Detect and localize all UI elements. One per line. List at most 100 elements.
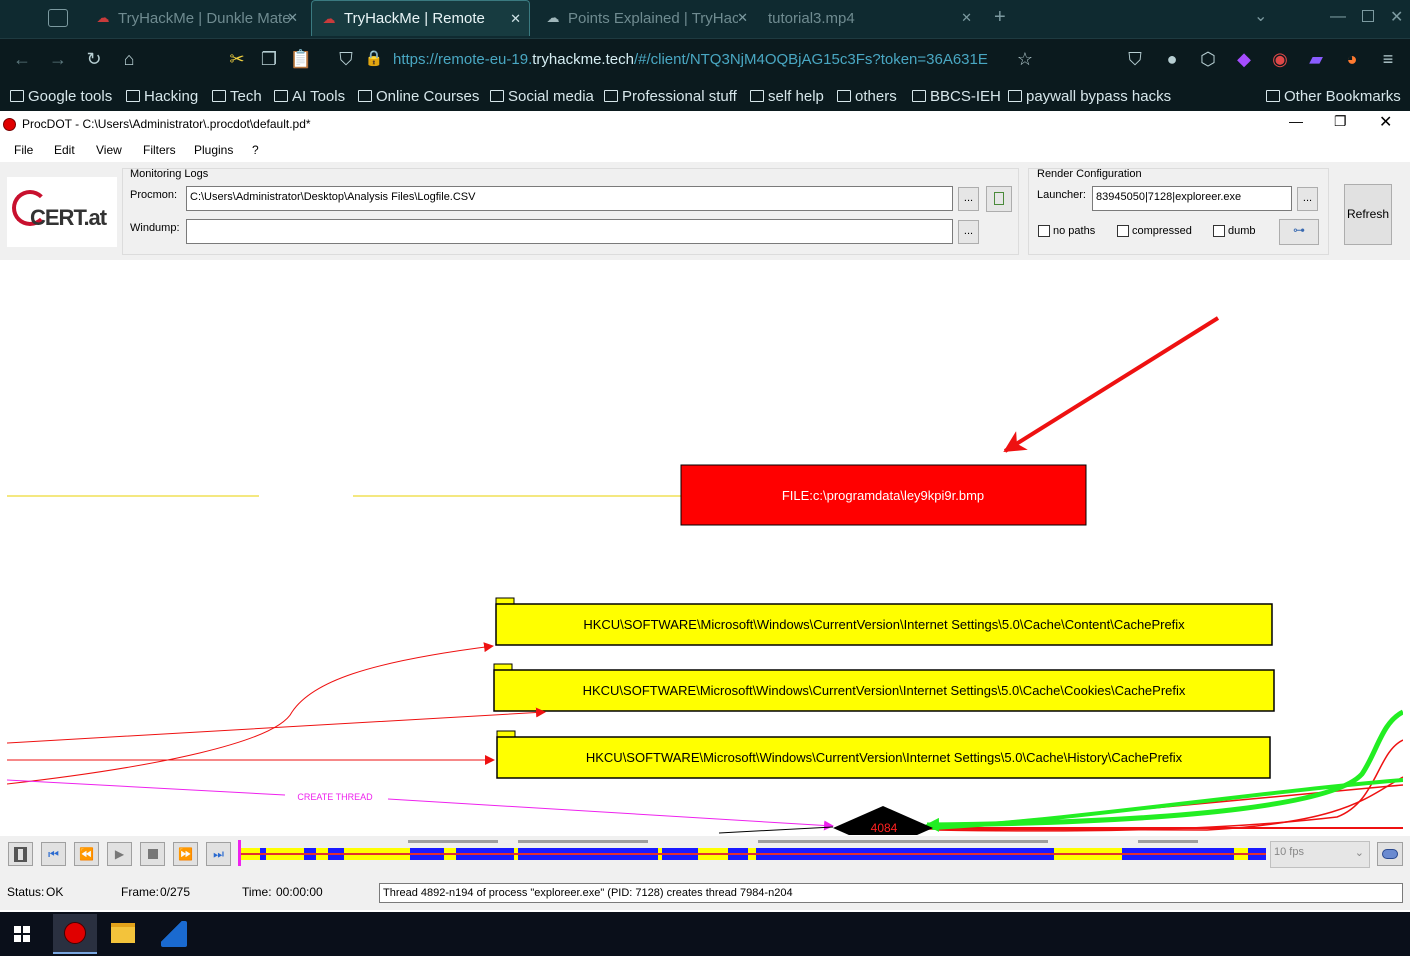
bookmark-folder[interactable]: BBCS-IEH	[912, 88, 1001, 105]
app-minimize-button[interactable]: —	[1289, 113, 1303, 129]
tab-remote[interactable]: ☁ TryHackMe | Remote ✕	[311, 0, 530, 36]
launcher-input[interactable]: 83945050|7128|exploreer.exe	[1092, 186, 1292, 211]
avatar-icon[interactable]: ●	[1160, 49, 1184, 70]
tab-tutorial[interactable]: tutorial3.mp4 ✕	[760, 0, 980, 36]
close-icon[interactable]: ✕	[961, 10, 972, 26]
stop-icon	[147, 849, 158, 859]
timeline[interactable]	[238, 838, 1266, 866]
tab-points[interactable]: ☁ Points Explained | TryHac ✕	[536, 0, 756, 36]
play-button[interactable]: ▶	[107, 842, 132, 866]
bookmark-folder[interactable]: Online Courses	[358, 88, 479, 105]
process-graph-canvas[interactable]: FILE:c:\programdata\ley9kpi9r.bmp HKCU\S…	[7, 262, 1403, 835]
skip-start-icon: ⏮	[48, 846, 59, 861]
timeline-svg	[238, 840, 1266, 866]
launcher-label: Launcher:	[1037, 189, 1086, 201]
windows-taskbar	[0, 912, 1410, 956]
edge-black	[718, 826, 834, 834]
home-icon[interactable]: ⌂	[117, 49, 141, 70]
menu-file[interactable]: File	[14, 143, 33, 157]
bookmark-folder[interactable]: paywall bypass hacks	[1008, 88, 1171, 105]
app-restore-button[interactable]: ❐	[1334, 113, 1347, 130]
pocket-icon[interactable]: ⛉	[1123, 49, 1147, 70]
bookmark-folder[interactable]: Social media	[490, 88, 594, 105]
bookmark-folder[interactable]: others	[837, 88, 897, 105]
bookmark-folder[interactable]: self help	[750, 88, 824, 105]
launcher-browse-button[interactable]: ...	[1297, 187, 1318, 211]
menu-edit[interactable]: Edit	[54, 143, 75, 157]
toggle-view-button[interactable]	[1377, 842, 1403, 866]
rewind-icon: ⏪	[79, 847, 94, 861]
status-value: OK	[46, 885, 64, 899]
cloud-icon: ☁	[546, 10, 560, 25]
forward-icon[interactable]: →	[46, 49, 70, 70]
annotation-arrow	[1003, 316, 1220, 453]
hamburger-menu-icon[interactable]: ≡	[1376, 49, 1400, 70]
tryhackme-icon: ☁	[96, 10, 110, 25]
tryhackme-icon: ☁	[322, 10, 336, 26]
compressed-checkbox[interactable]	[1117, 225, 1129, 237]
status-label: Status:	[7, 885, 45, 899]
url-bar[interactable]: https://remote-eu-19.tryhackme.tech/#/cl…	[393, 51, 1013, 68]
film-strip-button[interactable]	[8, 842, 33, 866]
clipboard-icon[interactable]: 📋	[289, 49, 313, 70]
stop-button[interactable]	[140, 842, 165, 866]
refresh-button[interactable]: Refresh	[1344, 184, 1392, 245]
reload-icon[interactable]: ↻	[82, 49, 106, 70]
firefox-icon[interactable]: ◕	[1340, 49, 1364, 70]
menu-plugins[interactable]: Plugins	[194, 143, 233, 157]
cut-icon[interactable]: ✂	[225, 49, 249, 70]
menu-help[interactable]: ?	[252, 143, 259, 157]
other-bookmarks[interactable]: Other Bookmarks	[1266, 88, 1401, 105]
document-icon	[994, 192, 1004, 205]
tab-overview-icon[interactable]	[48, 9, 68, 27]
windows-start-icon[interactable]	[14, 926, 30, 942]
skip-to-start-button[interactable]: ⏮	[41, 842, 66, 866]
shield-icon[interactable]: ⛉	[334, 49, 358, 70]
skip-to-end-button[interactable]: ⏭	[206, 842, 231, 866]
bookmark-folder[interactable]: Hacking	[126, 88, 198, 105]
extension-purple-icon[interactable]: ◆	[1232, 49, 1256, 70]
graph-options-button[interactable]: ⊶	[1279, 219, 1319, 245]
close-icon[interactable]: ✕	[287, 10, 298, 26]
menu-filters[interactable]: Filters	[143, 143, 176, 157]
back-icon[interactable]: ←	[10, 49, 34, 70]
procdot-taskbar-button[interactable]	[53, 914, 97, 954]
fps-select[interactable]: 10 fps ⌄	[1270, 841, 1370, 868]
app-close-button[interactable]: ✕	[1379, 112, 1392, 132]
config-panel: CERT.at Monitoring Logs Procmon: C:\User…	[0, 162, 1410, 260]
edge-to-content	[7, 642, 494, 785]
wireshark-icon[interactable]	[161, 921, 187, 947]
window-title: ProcDOT - C:\Users\Administrator\.procdo…	[22, 117, 311, 131]
new-tab-button[interactable]: +	[994, 6, 1006, 29]
procmon-browse-button[interactable]: ...	[958, 187, 979, 211]
dumb-checkbox[interactable]	[1213, 225, 1225, 237]
extension-red-icon[interactable]: ◉	[1268, 49, 1292, 70]
frame-value: 0/275	[160, 885, 191, 899]
bookmark-folder[interactable]: Google tools	[10, 88, 112, 105]
step-forward-button[interactable]: ⏩	[173, 842, 198, 866]
extension-badge-icon[interactable]: ▰	[1304, 49, 1328, 70]
windump-browse-button[interactable]: ...	[958, 220, 979, 244]
minimize-window-button[interactable]: —	[1330, 8, 1346, 26]
extensions-icon[interactable]: ⬡	[1196, 49, 1220, 70]
no-paths-checkbox[interactable]	[1038, 225, 1050, 237]
tab-dunkle[interactable]: ☁ TryHackMe | Dunkle Mate ✕	[86, 0, 306, 36]
bookmark-folder[interactable]: Tech	[212, 88, 262, 105]
close-icon[interactable]: ✕	[510, 11, 521, 27]
procmon-options-button[interactable]	[986, 186, 1012, 212]
dumb-label: dumb	[1228, 225, 1256, 237]
windump-input[interactable]	[186, 219, 953, 244]
copy-icon[interactable]: ❐	[257, 49, 281, 70]
procmon-input[interactable]: C:\Users\Administrator\Desktop\Analysis …	[186, 186, 953, 211]
file-explorer-icon[interactable]	[111, 923, 135, 943]
edge-create-thread-left	[7, 779, 286, 796]
maximize-window-button[interactable]	[1362, 10, 1374, 22]
tab-list-chevron-icon[interactable]: ⌄	[1254, 6, 1267, 26]
bookmark-folder[interactable]: AI Tools	[274, 88, 345, 105]
bookmark-star-icon[interactable]: ☆	[1013, 49, 1037, 70]
bookmark-folder[interactable]: Professional stuff	[604, 88, 737, 105]
menu-view[interactable]: View	[96, 143, 122, 157]
close-icon[interactable]: ✕	[737, 10, 748, 26]
step-back-button[interactable]: ⏪	[74, 842, 99, 866]
close-window-button[interactable]: ✕	[1390, 7, 1403, 27]
